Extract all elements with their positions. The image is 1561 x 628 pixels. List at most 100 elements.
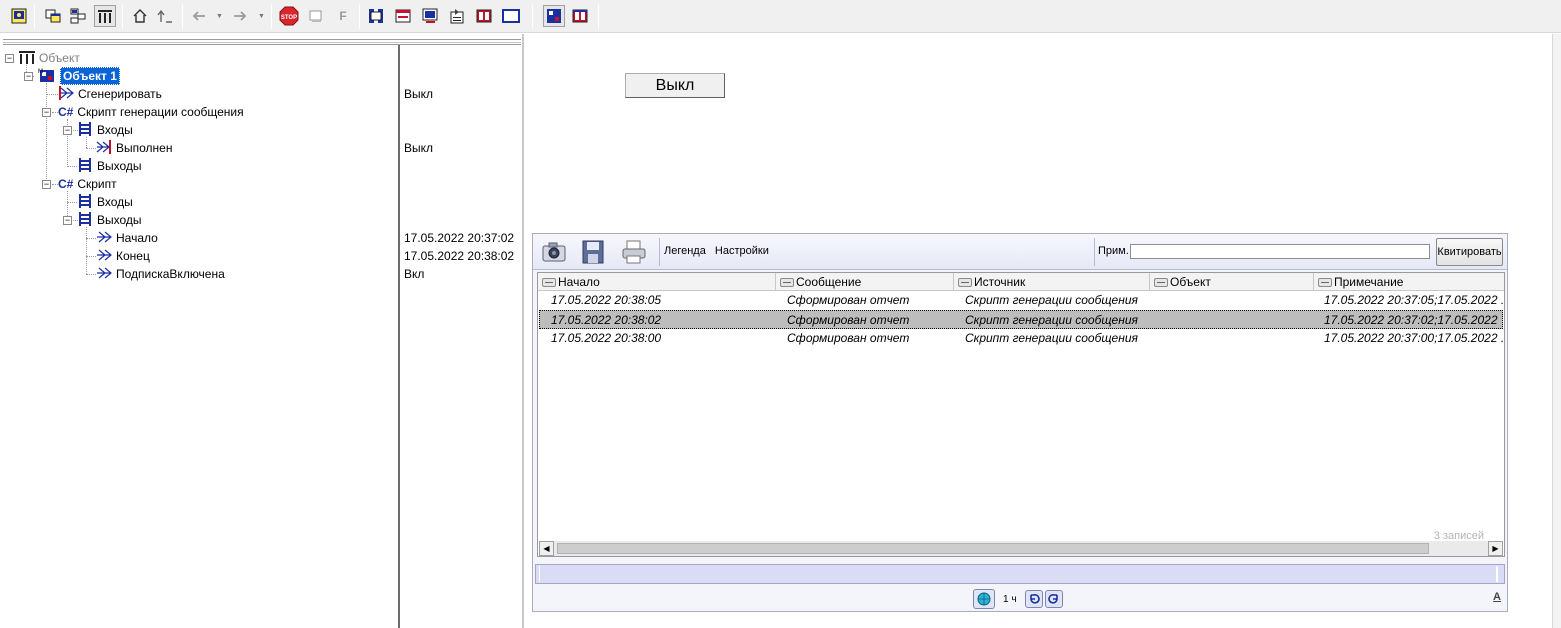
redo-icon[interactable]	[1044, 590, 1063, 608]
font-a-button[interactable]: A	[1493, 591, 1501, 603]
tree-icon	[19, 50, 35, 67]
layout-icon[interactable]	[543, 5, 565, 27]
print-icon[interactable]	[621, 239, 647, 268]
up-level-icon[interactable]	[154, 5, 176, 27]
tree-node-outputs-2[interactable]: Выходы	[77, 211, 142, 229]
right-edge-scrollbar[interactable]	[1552, 34, 1561, 628]
book-layout-icon[interactable]	[569, 5, 591, 27]
column-splitter[interactable]	[398, 45, 400, 628]
tree-node-inputs-2[interactable]: Входы	[77, 193, 133, 211]
csharp-icon: C#	[58, 105, 74, 119]
globe-icon[interactable]	[973, 589, 995, 609]
stop-icon[interactable]: STOP	[278, 5, 300, 27]
journal-footer: 1 ч A	[533, 586, 1507, 611]
save-icon[interactable]	[581, 239, 605, 268]
window-icon[interactable]	[500, 5, 522, 27]
collapse-script-icon[interactable]: −	[42, 180, 51, 189]
column-header-start[interactable]: Начало	[538, 273, 776, 291]
value-done: Выкл	[404, 141, 434, 155]
forward-arrow-icon[interactable]	[229, 5, 251, 27]
tree-label: Входы	[97, 123, 133, 137]
tree-label: Конец	[116, 249, 150, 263]
properties-icon[interactable]	[446, 5, 468, 27]
script-icon[interactable]	[305, 5, 327, 27]
scroll-right-icon[interactable]: ▶	[1488, 541, 1503, 556]
scroll-left-icon[interactable]: ◀	[539, 541, 554, 556]
settings-menu[interactable]: Настройки	[715, 245, 769, 257]
events-table: Начало Сообщение Источник Объект Примеча…	[537, 272, 1505, 557]
camera-icon[interactable]	[541, 239, 567, 268]
input-arrow-icon	[96, 139, 112, 158]
value-subscription: Вкл	[404, 267, 425, 281]
tree-label: Объект 1	[60, 67, 120, 85]
journal-toolbar: Легенда Настройки Прим. Квитировать	[533, 234, 1507, 270]
form-icon[interactable]	[392, 5, 414, 27]
tree-label: Выходы	[97, 213, 142, 227]
table-row[interactable]: 17.05.2022 20:38:02 Сформирован отчет Ск…	[539, 310, 1503, 329]
note-input[interactable]	[1130, 244, 1430, 259]
book-icon[interactable]	[473, 5, 495, 27]
tree-label: Скрипт генерации сообщения	[77, 105, 244, 119]
windows-icon[interactable]	[42, 5, 64, 27]
home-icon[interactable]	[129, 5, 151, 27]
function-icon[interactable]: F	[332, 5, 354, 27]
tree-node-object-1[interactable]: M Объект 1	[38, 67, 120, 85]
undo-icon[interactable]	[1024, 590, 1043, 608]
tree-node-done[interactable]: Выполнен	[96, 139, 172, 157]
collapse-object-icon[interactable]: −	[24, 72, 33, 81]
value-start: 17.05.2022 20:37:02	[404, 231, 515, 245]
collapse-inputs-icon[interactable]: −	[63, 126, 72, 135]
column-icon	[958, 277, 972, 287]
table-row[interactable]: 17.05.2022 20:38:00 Сформирован отчет Ск…	[539, 329, 1504, 348]
column-icon	[1318, 277, 1332, 287]
tree-node-script-gen[interactable]: C# Скрипт генерации сообщения	[58, 103, 244, 121]
ladder-icon	[77, 157, 93, 176]
network-icon[interactable]	[67, 5, 89, 27]
ladder-icon	[77, 211, 93, 230]
collapse-root-icon[interactable]: −	[5, 54, 14, 63]
tree-node-inputs[interactable]: Входы	[77, 121, 133, 139]
panel-grip[interactable]	[3, 39, 521, 45]
tree-label: Объект	[39, 51, 80, 65]
tree-label: Выходы	[97, 159, 142, 173]
main-toolbar: ▼ ▼ STOP F	[0, 0, 1561, 33]
tree-node-generate[interactable]: Сгенерировать	[58, 85, 162, 103]
column-header-source[interactable]: Источник	[954, 273, 1150, 291]
back-arrow-icon[interactable]	[188, 5, 210, 27]
tree-label: Входы	[97, 195, 133, 209]
collapse-script-gen-icon[interactable]: −	[42, 108, 51, 117]
output-arrow-icon	[96, 247, 112, 266]
output-arrow-icon	[58, 85, 74, 104]
tree-node-start[interactable]: Начало	[96, 229, 158, 247]
back-dropdown-icon[interactable]: ▼	[216, 13, 223, 20]
table-header: Начало Сообщение Источник Объект Примеча…	[538, 273, 1504, 291]
off-button[interactable]: Выкл	[625, 73, 725, 98]
tree-node-root[interactable]: Объект	[19, 49, 80, 67]
acknowledge-button[interactable]: Квитировать	[1436, 238, 1503, 266]
forward-dropdown-icon[interactable]: ▼	[258, 13, 265, 20]
period-label: 1 ч	[1003, 593, 1017, 605]
tree-node-subscription[interactable]: ПодпискаВключена	[96, 265, 225, 283]
output-arrow-icon	[96, 229, 112, 248]
column-header-object[interactable]: Объект	[1150, 273, 1314, 291]
columns-icon[interactable]	[365, 5, 387, 27]
horizontal-scrollbar[interactable]: ◀ ▶	[539, 541, 1503, 556]
timeline-bar[interactable]	[535, 564, 1505, 584]
collapse-outputs-icon[interactable]: −	[63, 216, 72, 225]
tree-node-script[interactable]: C# Скрипт	[58, 175, 117, 193]
output-arrow-icon	[96, 265, 112, 284]
table-row[interactable]: 17.05.2022 20:38:05 Сформирован отчет Ск…	[539, 291, 1504, 310]
tree-label: Выполнен	[116, 141, 173, 155]
tree-node-end[interactable]: Конец	[96, 247, 150, 265]
tree-icon[interactable]	[94, 5, 116, 27]
tree-label: Сгенерировать	[78, 87, 162, 101]
scroll-thumb[interactable]	[557, 543, 1429, 554]
journal-menu: Легенда Настройки	[664, 245, 775, 257]
legend-menu[interactable]: Легенда	[664, 245, 706, 257]
column-header-note[interactable]: Примечание	[1314, 273, 1504, 291]
monitor-icon[interactable]	[419, 5, 441, 27]
tree-node-outputs[interactable]: Выходы	[77, 157, 142, 175]
event-journal: Легенда Настройки Прим. Квитировать Нача…	[532, 233, 1508, 612]
console-icon[interactable]	[8, 5, 30, 27]
column-header-message[interactable]: Сообщение	[776, 273, 954, 291]
